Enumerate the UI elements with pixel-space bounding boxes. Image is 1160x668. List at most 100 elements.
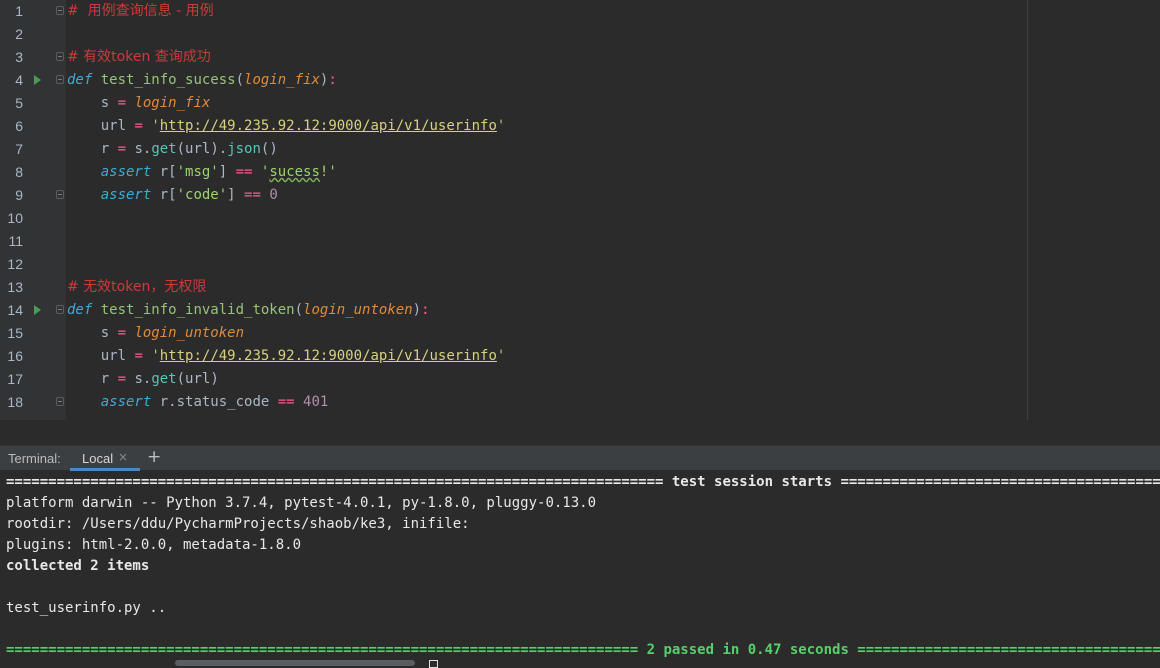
code-token: assert <box>100 164 152 180</box>
test-result-line: test_userinfo.py .. <box>6 600 167 616</box>
code-token: r.status_code <box>151 394 278 410</box>
horizontal-scrollbar[interactable] <box>175 660 415 666</box>
plugins-line: plugins: html-2.0.0, metadata-1.8.0 <box>6 537 302 553</box>
code-token: = <box>117 95 127 111</box>
code-token: 401 <box>303 394 329 410</box>
fold-icon[interactable] <box>56 190 64 199</box>
code-token: ] <box>227 187 245 203</box>
line-number: 7 <box>15 141 23 157</box>
code-text: s = login_untoken <box>67 322 244 345</box>
code-line: 10 <box>0 207 1160 230</box>
code-line: 13 # 无效token，无权限 <box>0 276 1160 299</box>
code-token: def <box>67 302 93 318</box>
code-token: s. <box>126 371 152 387</box>
code-line: 4 def test_info_sucess(login_fix): <box>0 69 1160 92</box>
tab-local-label: Local <box>82 451 114 466</box>
code-token: login_untoken <box>134 325 245 341</box>
code-token: http://49.235.92.12:9000/api/v1/userinfo <box>159 348 497 364</box>
line-number: 4 <box>15 72 23 88</box>
fold-icon[interactable] <box>56 6 64 15</box>
code-line: 1 # 用例查询信息 - 用例 <box>0 0 1160 23</box>
code-line: 5 s = login_fix <box>0 92 1160 115</box>
terminal-tool-window-header: Terminal: Local × + <box>0 445 1160 471</box>
code-text: def test_info_sucess(login_fix): <box>67 69 337 92</box>
code-line: 19 <box>0 414 1160 420</box>
code-line: 9 assert r['code'] == 0 <box>0 184 1160 207</box>
code-token: 'msg' <box>176 164 219 180</box>
code-token: s <box>67 325 118 341</box>
code-token: r[ <box>151 164 177 180</box>
code-token: s. <box>126 141 152 157</box>
terminal-label: Terminal: <box>8 451 61 466</box>
code-token: # 无效token，无权限 <box>67 279 207 295</box>
code-token: r[ <box>151 187 177 203</box>
code-token: ' <box>151 348 160 364</box>
code-token: == <box>235 164 253 180</box>
code-token: sucess <box>269 164 320 180</box>
code-token: url <box>67 118 135 134</box>
code-token: ' <box>496 118 506 134</box>
collected-line: collected 2 items <box>6 558 150 574</box>
fold-icon[interactable] <box>56 75 64 84</box>
line-number: 17 <box>7 371 23 387</box>
code-line: 3 # 有效token 查询成功 <box>0 46 1160 69</box>
code-token: (url) <box>176 371 219 387</box>
code-text: assert r['msg'] == 'sucess!' <box>67 161 337 184</box>
summary-line: ========================================… <box>6 642 1160 658</box>
code-token: = <box>117 371 127 387</box>
code-line: 8 assert r['msg'] == 'sucess!' <box>0 161 1160 184</box>
code-token: == <box>244 187 261 203</box>
code-token: def <box>67 72 93 88</box>
rootdir-line: rootdir: /Users/ddu/PycharmProjects/shao… <box>6 516 470 532</box>
line-number: 6 <box>15 118 23 134</box>
code-token: login_fix <box>134 95 211 111</box>
code-line: 7 r = s.get(url).json() <box>0 138 1160 161</box>
fold-icon[interactable] <box>56 305 64 314</box>
line-number: 12 <box>7 256 23 272</box>
code-text: s = login_fix <box>67 92 211 115</box>
line-number: 5 <box>15 95 23 111</box>
code-token: = <box>117 325 127 341</box>
tab-local[interactable]: Local × <box>70 446 140 471</box>
terminal-output[interactable]: ========================================… <box>0 471 1160 666</box>
code-text: r = s.get(url) <box>67 368 219 391</box>
code-token: get <box>151 141 177 157</box>
close-icon[interactable]: × <box>118 450 128 464</box>
code-token: get <box>151 371 177 387</box>
line-number: 13 <box>7 279 23 295</box>
code-token: = <box>134 348 143 364</box>
fold-icon[interactable] <box>56 52 64 61</box>
terminal-cursor <box>429 660 438 668</box>
code-text: url = 'http://49.235.92.12:9000/api/v1/u… <box>67 345 506 368</box>
code-token: = <box>134 118 143 134</box>
code-line: 18 assert r.status_code == 401 <box>0 391 1160 414</box>
code-token: url <box>67 348 135 364</box>
line-number: 10 <box>7 210 23 226</box>
line-number: 11 <box>8 233 23 249</box>
code-text: # 有效token 查询成功 <box>67 46 211 69</box>
run-test-icon[interactable] <box>34 75 41 85</box>
add-tab-icon[interactable]: + <box>147 447 161 467</box>
code-editor[interactable]: 1 # 用例查询信息 - 用例 2 3 # 有效token 查询成功 4 def test_… <box>0 0 1160 420</box>
code-text: # 无效token，无权限 <box>67 276 206 299</box>
code-token: ' <box>496 348 506 364</box>
code-token: !' <box>319 164 337 180</box>
code-token: ) <box>412 302 422 318</box>
line-number: 19 <box>0 414 23 420</box>
code-token: login_untoken <box>303 302 413 318</box>
fold-icon[interactable] <box>56 397 64 406</box>
line-number: 2 <box>15 26 23 42</box>
line-number: 16 <box>7 348 23 364</box>
code-line: 16 url = 'http://49.235.92.12:9000/api/v… <box>0 345 1160 368</box>
code-line: 12 <box>0 253 1160 276</box>
code-token: : <box>328 72 337 88</box>
code-token: http://49.235.92.12:9000/api/v1/userinfo <box>159 118 497 134</box>
code-token: 0 <box>269 187 278 203</box>
code-token: test_info_invalid_token <box>100 302 295 318</box>
code-text: # 用例查询信息 - 用例 <box>67 0 214 23</box>
code-text: assert r.status_code == 401 <box>67 391 329 414</box>
run-test-icon[interactable] <box>34 305 41 315</box>
